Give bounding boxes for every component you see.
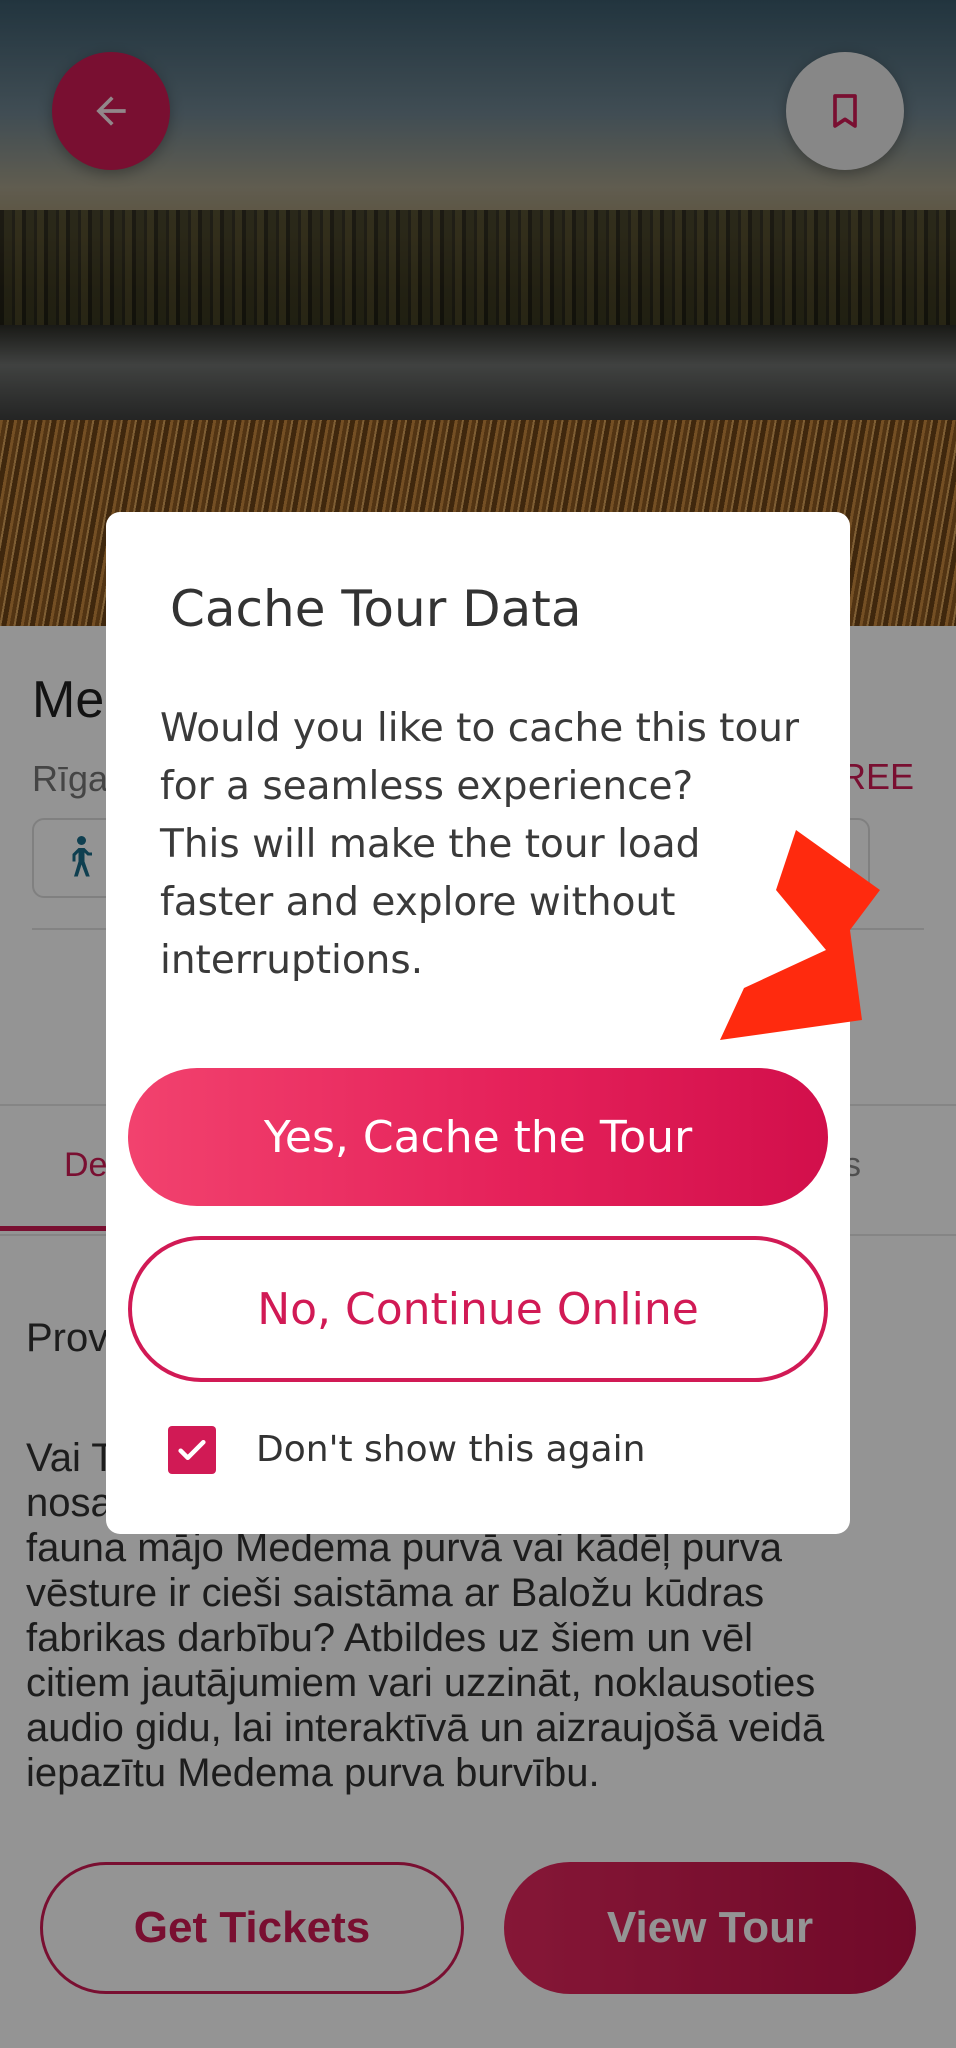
annotation-arrow-icon — [720, 830, 880, 1040]
dialog-message-line: for a seamless experience? — [160, 764, 694, 809]
dont-show-again-label[interactable]: Don't show this again — [256, 1426, 645, 1474]
checkmark-icon — [178, 1439, 206, 1461]
dialog-message-line: Would you like to cache this tour — [160, 706, 800, 751]
dialog-title: Cache Tour Data — [170, 580, 582, 638]
cache-tour-button[interactable]: Yes, Cache the Tour — [128, 1068, 828, 1206]
dont-show-again-checkbox[interactable] — [168, 1426, 216, 1474]
continue-online-button[interactable]: No, Continue Online — [128, 1236, 828, 1382]
